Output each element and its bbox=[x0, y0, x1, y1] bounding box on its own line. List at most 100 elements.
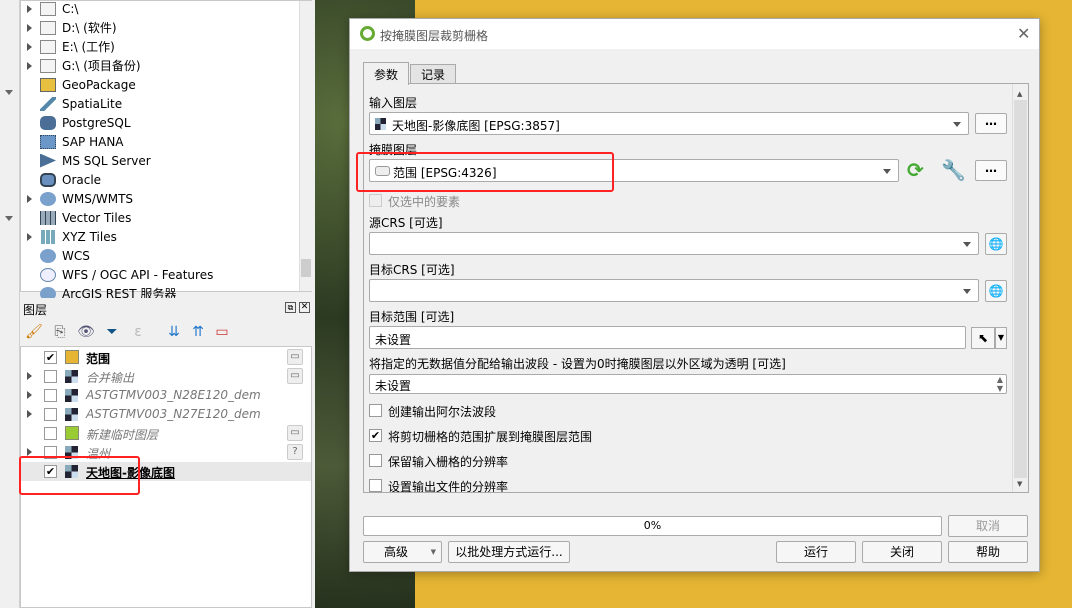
visibility-eye-icon[interactable]: 👁 bbox=[76, 322, 96, 342]
browser-scrollbar[interactable] bbox=[299, 1, 312, 291]
expand-arrow-icon[interactable] bbox=[27, 23, 32, 32]
option-label: 保留输入栅格的分辨率 bbox=[388, 455, 509, 469]
expand-arrow-icon[interactable] bbox=[27, 4, 32, 13]
option-checkbox[interactable] bbox=[369, 404, 382, 417]
source-crs-select[interactable] bbox=[369, 232, 979, 255]
browser-item[interactable]: SAP HANA bbox=[21, 132, 299, 151]
extent-dropdown-icon[interactable]: ▼ bbox=[995, 327, 1007, 349]
advanced-button[interactable]: 高级 ▼ bbox=[363, 541, 442, 563]
close-panel-icon[interactable]: ✕ bbox=[299, 302, 310, 313]
expand-arrow-icon[interactable] bbox=[27, 448, 32, 456]
expand-arrow-icon[interactable] bbox=[27, 410, 32, 418]
filter-icon[interactable]: ⏷ bbox=[102, 322, 122, 342]
folder-icon bbox=[40, 20, 56, 35]
tab-log[interactable]: 记录 bbox=[410, 64, 457, 83]
browser-item[interactable]: WCS bbox=[21, 246, 299, 265]
remove-layer-icon[interactable]: ▭ bbox=[212, 322, 232, 342]
cancel-button[interactable]: 取消 bbox=[948, 515, 1028, 537]
layer-visibility-checkbox[interactable] bbox=[44, 408, 57, 421]
layer-item[interactable]: 合并输出 ▭ bbox=[21, 367, 311, 386]
expand-arrow-icon[interactable] bbox=[27, 194, 32, 203]
run-button[interactable]: 运行 bbox=[776, 541, 856, 563]
layer-visibility-checkbox[interactable] bbox=[44, 370, 57, 383]
nodata-label: 将指定的无数据值分配给输出波段 - 设置为0时掩膜图层以外区域为透明 [可选] bbox=[369, 357, 786, 371]
expand-all-icon[interactable]: ⇊ bbox=[164, 322, 184, 342]
option-checkbox[interactable] bbox=[369, 454, 382, 467]
memory-layer-icon[interactable]: ▭ bbox=[287, 368, 303, 384]
browser-item-label: C:\ bbox=[62, 1, 79, 16]
target-extent-value: 未设置 bbox=[375, 333, 412, 347]
browser-item[interactable]: SpatiaLite bbox=[21, 94, 299, 113]
option-label: 设置输出文件的分辨率 bbox=[388, 480, 509, 493]
layer-visibility-checkbox[interactable] bbox=[44, 427, 57, 440]
add-group-icon[interactable]: ⎘ bbox=[50, 322, 70, 342]
browser-item[interactable]: Vector Tiles bbox=[21, 208, 299, 227]
extent-select-icon[interactable]: ⬉ bbox=[971, 327, 995, 349]
browser-panel: C:\ D:\ (软件) E:\ (工作) G:\ (项目备份) GeoPackage S… bbox=[20, 0, 312, 301]
selected-only-checkbox[interactable] bbox=[369, 194, 382, 207]
mask-layer-more-button[interactable]: … bbox=[975, 160, 1007, 181]
expression-filter-icon[interactable]: ε bbox=[128, 322, 148, 342]
option-checkbox[interactable] bbox=[369, 479, 382, 492]
wrench-icon[interactable]: 🔧 bbox=[941, 158, 966, 182]
close-icon[interactable]: ✕ bbox=[1017, 24, 1030, 43]
unknown-crs-icon[interactable]: ? bbox=[287, 444, 303, 460]
batch-run-button[interactable]: 以批处理方式运行... bbox=[448, 541, 570, 563]
advanced-label: 高级 bbox=[384, 545, 409, 559]
browser-item-label: PostgreSQL bbox=[62, 115, 131, 130]
browser-item[interactable]: PostgreSQL bbox=[21, 113, 299, 132]
browser-item-label: Vector Tiles bbox=[62, 210, 132, 225]
browser-item[interactable]: D:\ (软件) bbox=[21, 18, 299, 37]
browser-item[interactable]: MS SQL Server bbox=[21, 151, 299, 170]
browser-item[interactable]: Oracle bbox=[21, 170, 299, 189]
browser-item[interactable]: GeoPackage bbox=[21, 75, 299, 94]
expand-arrow-icon[interactable] bbox=[27, 61, 32, 70]
crs-selector-icon[interactable]: 🌐 bbox=[985, 280, 1007, 302]
target-crs-select[interactable] bbox=[369, 279, 979, 302]
iterate-icon[interactable]: ⟳ bbox=[907, 158, 924, 182]
layer-visibility-checkbox[interactable] bbox=[44, 389, 57, 402]
input-layer-select[interactable]: 天地图-影像底图 [EPSG:3857] bbox=[369, 112, 969, 135]
browser-item[interactable]: XYZ Tiles bbox=[21, 227, 299, 246]
layer-item[interactable]: ASTGTMV003_N28E120_dem bbox=[21, 386, 311, 405]
parameters-scrollbar[interactable]: ▲ ▼ bbox=[1012, 84, 1028, 492]
style-brush-icon[interactable]: 🖌 bbox=[24, 322, 44, 342]
nodata-spinbox[interactable]: 未设置 ▲ ▼ bbox=[369, 374, 1007, 394]
browser-item[interactable]: C:\ bbox=[21, 0, 299, 18]
crs-selector-icon[interactable]: 🌐 bbox=[985, 233, 1007, 255]
expand-arrow-icon[interactable] bbox=[27, 232, 32, 241]
target-extent-input[interactable]: 未设置 bbox=[369, 326, 966, 349]
input-layer-value: 天地图-影像底图 [EPSG:3857] bbox=[392, 119, 560, 133]
clip-raster-dialog: 按掩膜图层裁剪栅格 ✕ 参数 记录 输入图层 天地图-影像底图 [EPSG:38… bbox=[349, 18, 1040, 572]
browser-item[interactable]: E:\ (工作) bbox=[21, 37, 299, 56]
wfs-icon bbox=[40, 267, 56, 282]
expand-arrow-icon[interactable] bbox=[27, 42, 32, 51]
memory-layer-icon[interactable]: ▭ bbox=[287, 425, 303, 441]
option-checkbox[interactable]: ✔ bbox=[369, 429, 382, 442]
spin-arrows-icon[interactable]: ▲ ▼ bbox=[997, 375, 1003, 393]
option-label: 创建输出阿尔法波段 bbox=[388, 405, 497, 419]
memory-layer-icon[interactable]: ▭ bbox=[287, 349, 303, 365]
layer-item[interactable]: 新建临时图层 ▭ bbox=[21, 424, 311, 443]
browser-item[interactable]: WFS / OGC API - Features bbox=[21, 265, 299, 284]
expand-arrow-icon[interactable] bbox=[27, 372, 32, 380]
collapse-arrow-icon[interactable] bbox=[5, 216, 13, 221]
globe-icon bbox=[40, 248, 56, 263]
input-layer-more-button[interactable]: … bbox=[975, 113, 1007, 134]
collapse-all-icon[interactable]: ⇈ bbox=[188, 322, 208, 342]
layer-visibility-checkbox[interactable]: ✔ bbox=[44, 351, 57, 364]
tab-parameters[interactable]: 参数 bbox=[363, 62, 410, 85]
raster-icon bbox=[65, 370, 78, 383]
close-button[interactable]: 关闭 bbox=[862, 541, 942, 563]
help-button[interactable]: 帮助 bbox=[948, 541, 1028, 563]
float-panel-icon[interactable]: ⧉ bbox=[285, 302, 296, 313]
browser-item-label: G:\ (项目备份) bbox=[62, 59, 141, 73]
browser-item[interactable]: G:\ (项目备份) bbox=[21, 56, 299, 75]
browser-item-label: XYZ Tiles bbox=[62, 229, 117, 244]
browser-item[interactable]: WMS/WMTS bbox=[21, 189, 299, 208]
layer-item[interactable]: ASTGTMV003_N27E120_dem bbox=[21, 405, 311, 424]
layer-item[interactable]: ✔ 范围 ▭ bbox=[21, 348, 311, 367]
collapse-arrow-icon[interactable] bbox=[5, 90, 13, 95]
expand-arrow-icon[interactable] bbox=[27, 391, 32, 399]
polygon-icon bbox=[65, 350, 79, 364]
